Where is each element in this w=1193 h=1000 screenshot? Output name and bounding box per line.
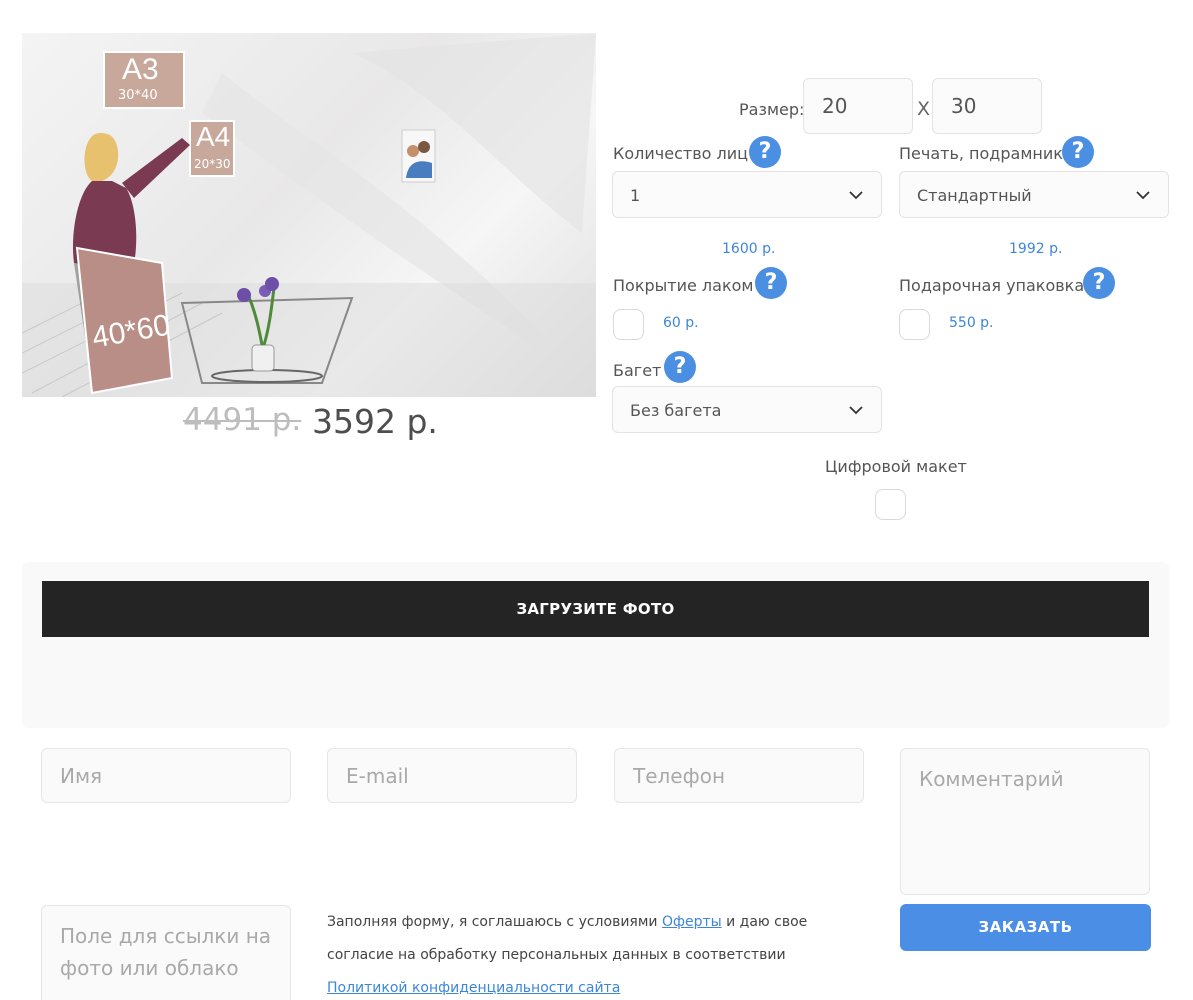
- name-field[interactable]: [41, 748, 291, 803]
- baguette-select[interactable]: Без багета: [612, 386, 882, 433]
- offer-link[interactable]: Оферты: [662, 914, 722, 930]
- consent-text: Заполняя форму, я соглашаюсь с условиями…: [327, 906, 867, 1000]
- print-label: Печать, подрамник: [899, 144, 1063, 163]
- a4-size-label: 20*30: [194, 157, 231, 171]
- print-select-value: Стандартный: [917, 186, 1032, 205]
- photo-link-field[interactable]: [41, 905, 291, 1000]
- digital-layout-checkbox[interactable]: [875, 489, 906, 520]
- varnish-checkbox[interactable]: [613, 309, 644, 340]
- consent-text-part-1: Заполняя форму, я соглашаюсь с условиями: [327, 914, 658, 930]
- faces-label: Количество лиц: [613, 144, 749, 163]
- faces-help-icon[interactable]: ?: [749, 136, 781, 168]
- size-height-input[interactable]: [932, 78, 1042, 134]
- order-button[interactable]: ЗАКАЗАТЬ: [900, 904, 1151, 951]
- size-width-input[interactable]: [803, 78, 913, 134]
- privacy-policy-link[interactable]: Политикой конфиденциальности сайта: [327, 980, 620, 996]
- chevron-down-icon: [1136, 191, 1150, 200]
- gift-wrap-checkbox[interactable]: [899, 309, 930, 340]
- photo-print: [401, 129, 436, 183]
- upload-photo-button[interactable]: ЗАГРУЗИТЕ ФОТО: [42, 581, 1149, 637]
- digital-layout-label: Цифровой макет: [825, 457, 967, 476]
- gift-wrap-price: 550 р.: [949, 315, 994, 331]
- chevron-down-icon: [849, 406, 863, 415]
- baguette-label: Багет: [613, 361, 662, 380]
- baguette-select-value: Без багета: [630, 401, 722, 420]
- old-price: 4491 р.: [183, 402, 302, 438]
- gift-wrap-help-icon[interactable]: ?: [1083, 267, 1115, 299]
- faces-price: 1600 р.: [722, 241, 776, 257]
- a4-label: A4: [196, 121, 231, 152]
- size-label: Размер:: [739, 100, 805, 119]
- a3-size-label: 30*40: [118, 88, 158, 103]
- baguette-help-icon[interactable]: ?: [664, 351, 696, 383]
- faces-select-value: 1: [630, 186, 641, 205]
- email-field[interactable]: [327, 748, 577, 803]
- phone-field[interactable]: [614, 748, 864, 803]
- a3-label: A3: [122, 53, 159, 86]
- faces-select[interactable]: 1: [612, 171, 882, 218]
- print-price: 1992 р.: [1009, 241, 1063, 257]
- varnish-price: 60 р.: [663, 315, 699, 331]
- product-image: A3 30*40 A4 20*30 40*60: [22, 33, 596, 397]
- varnish-label: Покрытие лаком: [613, 276, 754, 295]
- chevron-down-icon: [849, 191, 863, 200]
- print-select[interactable]: Стандартный: [899, 171, 1169, 218]
- print-help-icon[interactable]: ?: [1062, 136, 1094, 168]
- varnish-help-icon[interactable]: ?: [755, 267, 787, 299]
- comment-field[interactable]: [900, 748, 1150, 895]
- current-price: 3592 р.: [312, 402, 438, 441]
- gift-wrap-label: Подарочная упаковка: [899, 276, 1085, 295]
- size-separator: X: [917, 98, 931, 120]
